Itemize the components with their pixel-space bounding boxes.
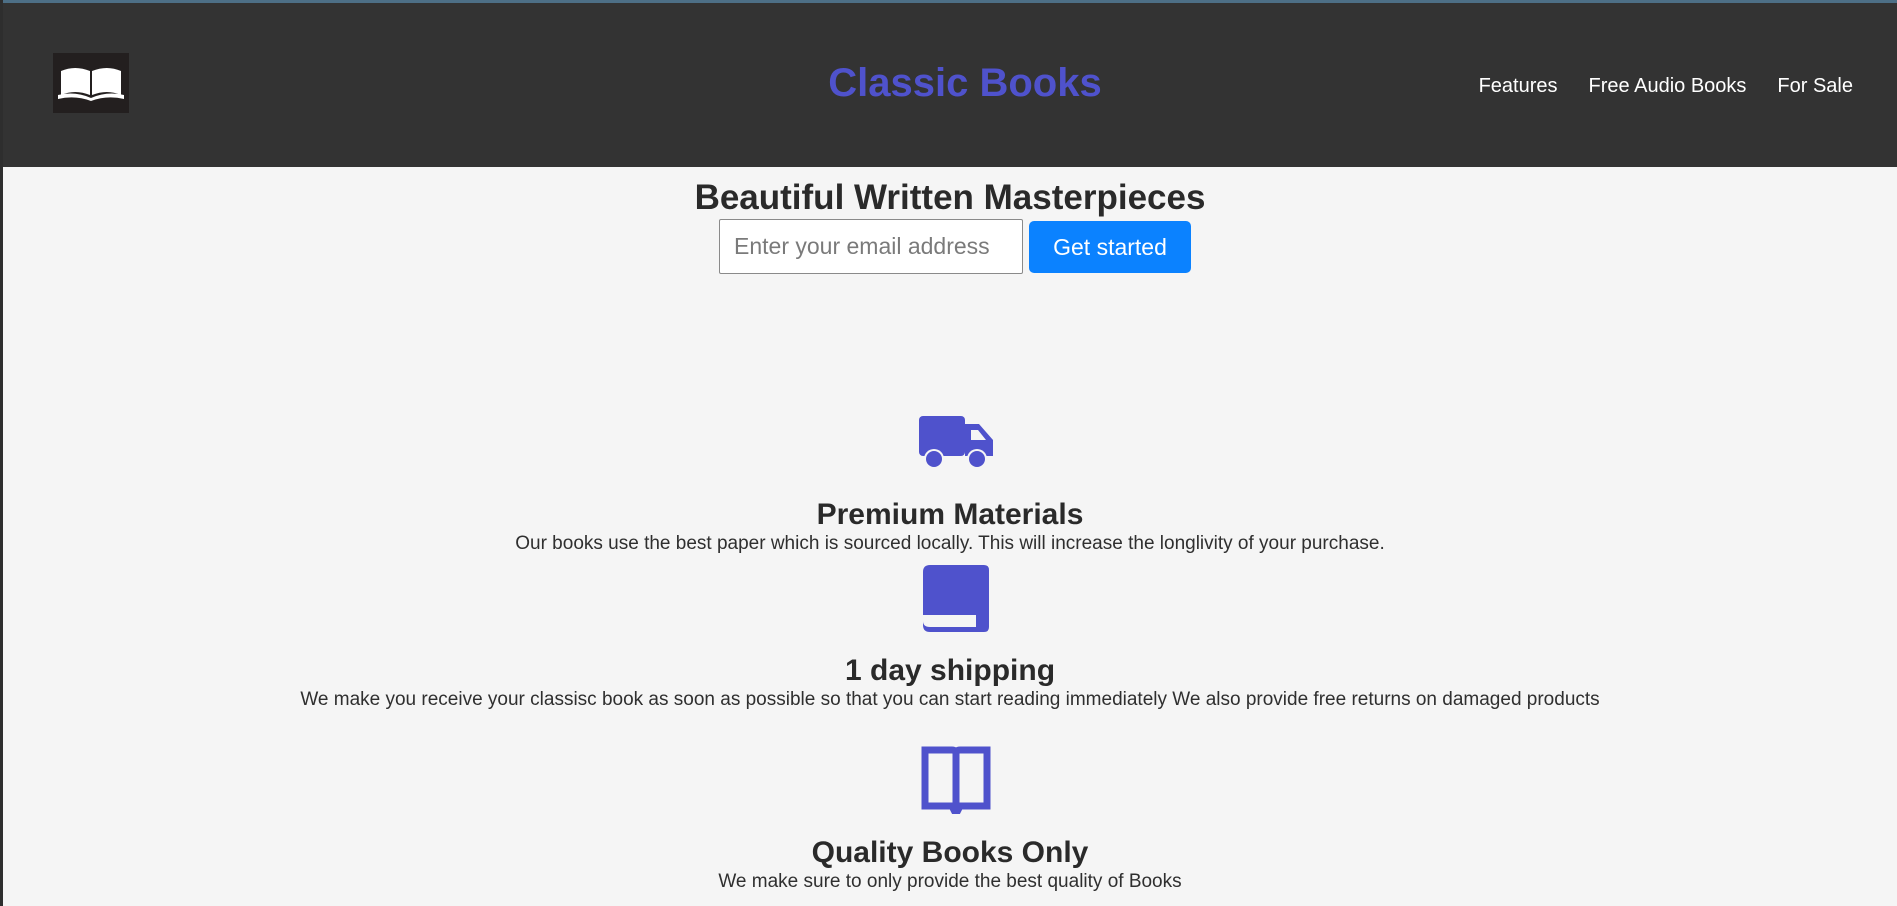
feature-title: 1 day shipping: [844, 654, 1056, 687]
nav-link-for-sale[interactable]: For Sale: [1777, 75, 1853, 98]
feature-icon-wrap: [922, 565, 990, 633]
nav-link-features[interactable]: Features: [1479, 75, 1558, 98]
feature-description: We make sure to only provide the best qu…: [718, 871, 1182, 892]
header: Classic Books Features Free Audio Books …: [3, 3, 1897, 167]
hero-title: Beautiful Written Masterpieces: [694, 178, 1206, 217]
page: Classic Books Features Free Audio Books …: [0, 0, 1897, 906]
book-icon: [923, 565, 989, 632]
truck-icon: [919, 416, 993, 469]
nav-link-free-audio-books[interactable]: Free Audio Books: [1589, 75, 1747, 98]
feature-icon-wrap: [921, 746, 991, 814]
signup-form: Get started: [719, 219, 1191, 274]
book-open-icon: [921, 746, 991, 814]
feature-title: Premium Materials: [816, 498, 1084, 531]
feature-title: Quality Books Only: [811, 836, 1089, 869]
get-started-button[interactable]: Get started: [1029, 221, 1191, 273]
main-nav: Features Free Audio Books For Sale: [1479, 75, 1853, 98]
email-input[interactable]: [719, 219, 1023, 274]
feature-icon-wrap: [919, 414, 993, 470]
feature-description: We make you receive your classisc book a…: [300, 689, 1600, 710]
feature-description: Our books use the best paper which is so…: [515, 533, 1385, 554]
